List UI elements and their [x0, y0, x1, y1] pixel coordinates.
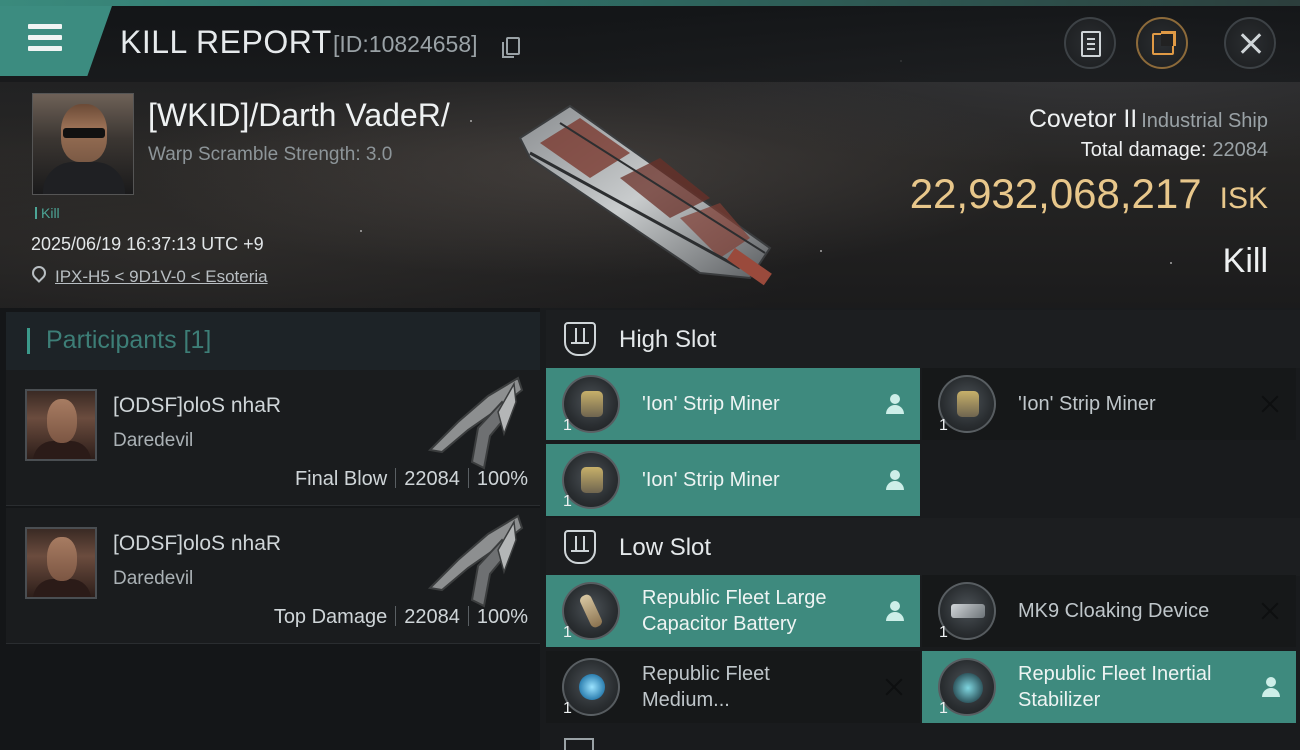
- participants-header[interactable]: Participants [1]: [6, 312, 540, 370]
- module-name: MK9 Cloaking Device: [1018, 600, 1210, 622]
- copy-icon[interactable]: [502, 37, 520, 58]
- close-button[interactable]: [1224, 17, 1276, 69]
- participant-row[interactable]: [ODSF]oloS nhaR Daredevil Final Blow 2208…: [6, 370, 540, 506]
- module-qty: 1: [563, 493, 572, 510]
- report-id: [ID:10824658]: [333, 31, 478, 57]
- participant-role: Final Blow: [294, 468, 388, 490]
- module-name: Republic Fleet Large Capacitor Battery: [642, 587, 827, 635]
- module-item[interactable]: 1 Republic Fleet Large Capacitor Battery: [546, 575, 920, 647]
- module-item[interactable]: 1 Republic Fleet Inertial Stabilizer: [922, 651, 1296, 723]
- ship-image: [518, 104, 772, 286]
- participant-ship: Daredevil: [113, 430, 194, 451]
- module-qty: 1: [939, 624, 948, 641]
- outcome-label: Kill: [1222, 242, 1268, 280]
- ship-type: Covetor II Industrial Ship: [1029, 105, 1268, 134]
- next-section-peek: [546, 738, 666, 750]
- module-qty: 1: [939, 700, 948, 717]
- isk-unit: ISK: [1219, 182, 1268, 215]
- isk-amount: 22,932,068,217: [909, 170, 1202, 217]
- participant-percent: 100%: [476, 606, 528, 628]
- victim-portrait[interactable]: [32, 93, 134, 195]
- high-slot-title: High Slot: [619, 326, 717, 353]
- high-slot-header: High Slot: [546, 310, 1300, 368]
- participant-name: [ODSF]oloS nhaR: [113, 532, 282, 555]
- module-item[interactable]: 1 'Ion' Strip Miner: [546, 444, 920, 516]
- module-name: 'Ion' Strip Miner: [642, 469, 780, 491]
- module-item[interactable]: 1 'Ion' Strip Miner: [546, 368, 920, 440]
- participants-title: Participants [1]: [46, 326, 212, 354]
- low-slot-icon: [564, 530, 596, 564]
- location-link[interactable]: IPX-H5 < 9D1V-0 < Esoteria: [55, 267, 268, 287]
- clipboard-button[interactable]: [1064, 17, 1116, 69]
- module-name: Republic Fleet Medium...: [642, 663, 770, 711]
- destroyed-x-icon: [1260, 394, 1280, 414]
- participant-ship-image: [427, 376, 524, 470]
- module-name: 'Ion' Strip Miner: [1018, 393, 1156, 415]
- module-qty: 1: [563, 417, 572, 434]
- module-name: Republic Fleet Inertial Stabilizer: [1018, 663, 1212, 711]
- participant-stats: Final Blow 22084 100%: [295, 468, 528, 491]
- participant-percent: 100%: [476, 468, 528, 490]
- participant-avatar[interactable]: [25, 389, 97, 461]
- low-slot-header: Low Slot: [546, 518, 1300, 576]
- victim-name[interactable]: [WKID]/Darth VadeR/: [148, 97, 450, 134]
- participant-ship-image: [427, 514, 524, 608]
- kill-timestamp: 2025/06/19 16:37:13 UTC +9: [31, 234, 264, 254]
- warp-scramble-strength: Warp Scramble Strength: 3.0: [148, 144, 393, 165]
- kill-report-banner: KILL REPORT [ID:10824658] [WKID]/Darth V…: [0, 0, 1300, 308]
- participant-row[interactable]: [ODSF]oloS nhaR Daredevil Top Damage 2208…: [6, 508, 540, 644]
- dropped-person-icon: [886, 394, 904, 414]
- participants-panel: Participants [1] [ODSF]oloS nhaR Daredev…: [0, 308, 540, 750]
- menu-button[interactable]: [0, 6, 112, 76]
- result-tag: Kill: [35, 205, 60, 221]
- header-bar: KILL REPORT [ID:10824658]: [0, 0, 1300, 82]
- ship-class: Industrial Ship: [1141, 110, 1268, 132]
- module-item[interactable]: 1 MK9 Cloaking Device: [922, 575, 1296, 647]
- participant-ship: Daredevil: [113, 568, 194, 589]
- participant-role: Top Damage: [273, 606, 388, 628]
- star: [1170, 262, 1172, 264]
- star: [470, 120, 472, 122]
- total-damage-value: 22084: [1212, 139, 1268, 161]
- ship-name[interactable]: Covetor II: [1029, 105, 1137, 133]
- hamburger-menu-icon: [28, 24, 62, 57]
- fitting-panel: High Slot 1 'Ion' Strip Miner 1 'Ion' St…: [540, 308, 1300, 750]
- dropped-person-icon: [886, 601, 904, 621]
- destroyed-x-icon: [1260, 601, 1280, 621]
- total-damage-label: Total damage:: [1080, 139, 1207, 161]
- module-item[interactable]: 1 Republic Fleet Medium...: [546, 651, 920, 723]
- clipboard-icon: [1081, 31, 1101, 57]
- share-button[interactable]: [1136, 17, 1188, 69]
- isk-value: 22,932,068,217 ISK: [910, 170, 1268, 218]
- location-pin-icon: [29, 263, 49, 283]
- total-damage: Total damage: 22084: [1081, 139, 1268, 162]
- module-qty: 1: [563, 624, 572, 641]
- participant-damage: 22084: [404, 606, 460, 628]
- participant-stats: Top Damage 22084 100%: [274, 606, 528, 629]
- module-qty: 1: [563, 700, 572, 717]
- destroyed-x-icon: [884, 677, 904, 697]
- star: [820, 250, 822, 252]
- dropped-person-icon: [1262, 677, 1280, 697]
- high-slot-icon: [564, 322, 596, 356]
- dropped-person-icon: [886, 470, 904, 490]
- participant-name: [ODSF]oloS nhaR: [113, 394, 282, 417]
- participant-avatar[interactable]: [25, 527, 97, 599]
- module-name: 'Ion' Strip Miner: [642, 393, 780, 415]
- share-icon: [1152, 31, 1176, 55]
- module-qty: 1: [939, 417, 948, 434]
- low-slot-title: Low Slot: [619, 534, 712, 561]
- star: [360, 230, 362, 232]
- participant-damage: 22084: [404, 468, 460, 490]
- module-item[interactable]: 1 'Ion' Strip Miner: [922, 368, 1296, 440]
- page-title: KILL REPORT: [120, 24, 332, 60]
